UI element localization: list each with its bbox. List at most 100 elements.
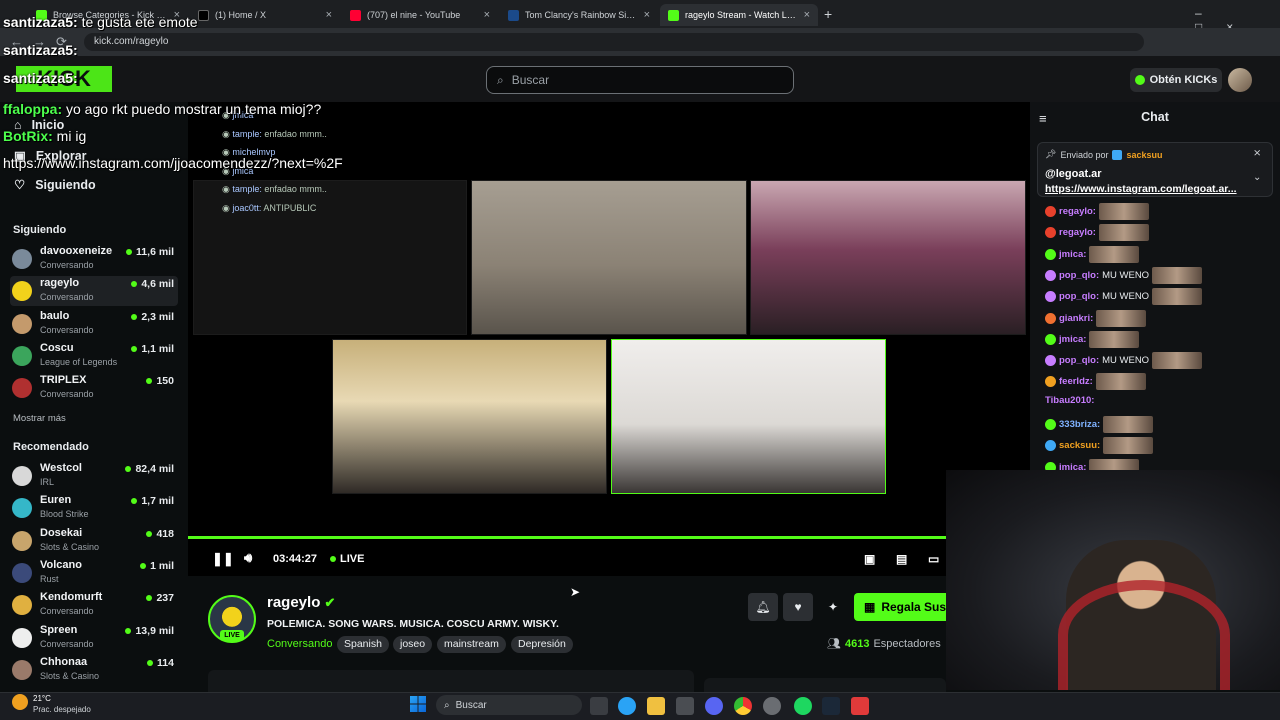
chat-username[interactable]: pop_qlo: — [1059, 291, 1099, 302]
big-overlay-line: santizaza5: — [3, 70, 78, 86]
chat-badge-icon: ◉ — [222, 184, 233, 194]
get-kicks-button[interactable]: Obtén KICKs — [1130, 68, 1222, 92]
chat-message: sacksuu: — [1045, 437, 1154, 455]
tag-mainstream[interactable]: mainstream — [437, 636, 506, 653]
viewer-count-text: 13,9 mil — [135, 624, 174, 637]
viewer-count-text: 150 — [156, 375, 174, 388]
channel-item[interactable]: Spreen Conversando 13,9 mil — [10, 623, 178, 653]
browser-tab-4[interactable]: rageylo Stream - Watch Live × — [660, 4, 818, 26]
pause-icon[interactable]: ❚❚ — [212, 551, 234, 567]
chat-username[interactable]: giankri: — [1059, 313, 1093, 324]
store-icon[interactable] — [676, 697, 694, 715]
channel-viewers: 114 — [147, 657, 174, 669]
edge-icon[interactable] — [618, 697, 636, 715]
chat-text: MU WENO — [1102, 355, 1150, 367]
chevron-down-icon[interactable]: ⌄ — [1253, 172, 1261, 183]
close-icon[interactable]: × — [804, 9, 810, 21]
steam-icon[interactable] — [822, 697, 840, 715]
channel-item[interactable]: baulo Conversando 2,3 mil — [10, 309, 178, 339]
big-overlay-user: BotRix: — [3, 128, 57, 144]
discord-icon[interactable] — [705, 697, 723, 715]
show-more-link[interactable]: Mostrar más — [13, 413, 66, 424]
follow-button[interactable]: ♥ — [783, 593, 813, 621]
chat-username[interactable]: regaylo: — [1059, 206, 1096, 217]
big-overlay-user: ffaloppa: — [3, 101, 66, 117]
unpin-icon[interactable]: ⨯ — [1253, 148, 1261, 159]
sidebar-nav-siguiendo[interactable]: ♡ Siguiendo — [14, 177, 96, 193]
channel-item[interactable]: TRIPLEX Conversando 150 — [10, 373, 178, 403]
channel-category: Slots & Casino — [40, 541, 100, 552]
chat-username[interactable]: jmica: — [1059, 249, 1086, 260]
channel-item[interactable]: Chhonaa Slots & Casino 114 — [10, 655, 178, 685]
tag-depresion[interactable]: Depresión — [511, 636, 573, 653]
pinned-link[interactable]: https://www.instagram.com/legoat.ar... — [1045, 183, 1237, 195]
stream-category[interactable]: Conversando — [267, 638, 332, 650]
live-dot-icon — [131, 498, 138, 505]
video-player[interactable] — [188, 102, 1030, 576]
search-input[interactable]: ⌕ Buscar — [486, 66, 794, 94]
channel-item[interactable]: Euren Blood Strike 1,7 mil — [10, 493, 178, 523]
app-icon[interactable] — [763, 697, 781, 715]
channel-item[interactable]: Coscu League of Legends 1,1 mil — [10, 341, 178, 371]
fullscreen-icon[interactable]: ▭ — [928, 552, 939, 566]
tag-spanish[interactable]: Spanish — [337, 636, 389, 653]
chat-text: MU WENO — [1102, 291, 1150, 303]
taskbar-search[interactable]: ⌕ Buscar — [436, 695, 582, 715]
chrome-icon[interactable] — [734, 697, 752, 715]
progress-bar[interactable] — [188, 536, 946, 539]
folder-icon[interactable] — [647, 697, 665, 715]
task-view-icon[interactable] — [590, 697, 608, 715]
chat-emote — [1098, 203, 1149, 220]
url-field[interactable]: kick.com/rageylo — [84, 33, 1144, 51]
chat-username[interactable]: Tibau2010: — [1045, 395, 1094, 406]
new-tab-button[interactable]: + — [824, 6, 832, 22]
volume-icon[interactable]: 🔊︎ — [244, 550, 252, 566]
channel-item[interactable]: Volcano Rust 1 mil — [10, 558, 178, 588]
miniplayer-icon[interactable]: ▣ — [864, 552, 875, 566]
spotify-icon[interactable] — [794, 697, 812, 715]
bell-icon: 🔔︎ — [755, 600, 771, 614]
recording-app-icon[interactable] — [851, 697, 869, 715]
chat-username[interactable]: regaylo: — [1059, 227, 1096, 238]
big-overlay-line: https://www.instagram.com/jjoacomendezz/… — [3, 155, 343, 171]
chat-username[interactable]: 333briza: — [1059, 419, 1100, 430]
channel-item[interactable]: davooxeneize Conversando 11,6 mil — [10, 244, 178, 274]
gift-sub-button[interactable]: ▦ Regala Susc — [854, 593, 946, 621]
channel-category: Conversando — [40, 606, 94, 617]
chat-title: Chat — [1141, 110, 1169, 124]
tag-joseo[interactable]: joseo — [393, 636, 433, 653]
chat-username[interactable]: sacksuu: — [1059, 440, 1100, 451]
channel-item[interactable]: Dosekai Slots & Casino 418 — [10, 526, 178, 556]
close-icon[interactable]: × — [326, 9, 332, 21]
browser-tab-1[interactable]: (1) Home / X × — [190, 4, 340, 26]
channel-item[interactable]: rageylo Conversando 4,6 mil — [10, 276, 178, 307]
streamer-name[interactable]: rageylo ✔ — [267, 594, 335, 611]
channel-item[interactable]: Westcol IRL 82,4 mil — [10, 461, 178, 491]
channel-item[interactable]: Kendomurft Conversando 237 — [10, 590, 178, 620]
channel-avatar — [12, 659, 32, 680]
viewer-count-text: 4,6 mil — [141, 278, 174, 291]
sparkle-button[interactable]: ✦ — [818, 593, 848, 621]
chat-username[interactable]: feerldz: — [1059, 376, 1093, 387]
user-avatar[interactable] — [1228, 68, 1252, 92]
chat-message: pop_qlo: MU WENO — [1045, 288, 1203, 306]
chat-username[interactable]: jmica: — [1059, 334, 1086, 345]
sparkle-icon: ✦ — [827, 600, 839, 614]
streamer-webcam — [946, 470, 1280, 690]
channel-name: baulo — [40, 309, 70, 322]
viewer-count-text: 2,3 mil — [141, 310, 174, 323]
channel-avatar — [12, 249, 32, 269]
theater-icon[interactable]: ▤ — [896, 552, 907, 566]
chat-username[interactable]: pop_qlo: — [1059, 270, 1099, 281]
chat-message: jmica: — [1045, 245, 1140, 263]
notification-bell-button[interactable]: 🔔︎ — [748, 593, 778, 621]
browser-tab-2[interactable]: (707) el nine - YouTube × — [342, 4, 498, 26]
close-icon[interactable]: × — [644, 9, 650, 21]
browser-tab-3[interactable]: Tom Clancy's Rainbow Six® Sie × — [500, 4, 658, 26]
channel-viewers: 1,1 mil — [131, 343, 174, 355]
viewer-count-text: 1,7 mil — [141, 495, 174, 508]
chat-message: feerldz: — [1045, 373, 1146, 391]
close-icon[interactable]: × — [484, 9, 490, 21]
chat-message: Tibau2010: — [1045, 395, 1094, 406]
chat-username[interactable]: pop_qlo: — [1059, 355, 1099, 366]
